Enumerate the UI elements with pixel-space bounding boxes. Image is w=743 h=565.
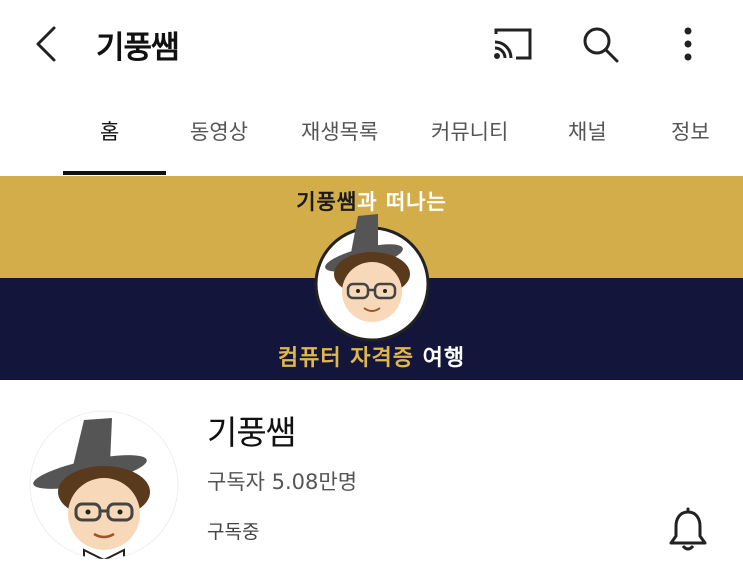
subscriber-count: 구독자 5.08만명 <box>207 470 358 494</box>
avatar[interactable] <box>28 410 180 560</box>
search-icon <box>583 27 619 63</box>
channel-name: 기풍쌤 <box>207 413 296 452</box>
more-vertical-icon <box>684 27 692 61</box>
tab-videos[interactable]: 동영상 <box>190 116 248 146</box>
active-tab-indicator <box>63 171 166 175</box>
back-arrow-icon <box>36 26 56 62</box>
tab-community[interactable]: 커뮤니티 <box>431 116 508 146</box>
top-app-bar: 기풍쌤 <box>0 0 743 90</box>
more-options-button[interactable] <box>666 22 710 66</box>
banner-subheadline: 컴퓨터 자격증 여행 <box>0 340 743 372</box>
notification-bell-button[interactable] <box>664 506 712 554</box>
subscribed-button[interactable]: 구독중 <box>207 517 259 544</box>
tab-about[interactable]: 정보 <box>671 116 710 146</box>
channel-info: 기풍쌤 구독자 5.08만명 구독중 <box>0 380 743 565</box>
cast-icon <box>494 28 532 60</box>
banner-character-illustration <box>312 208 432 342</box>
search-button[interactable] <box>578 22 622 66</box>
channel-banner: 기풍쌤과 떠나는 컴퓨터 자격증 여행 <box>0 176 743 380</box>
page-title: 기풍쌤 <box>96 30 180 66</box>
tab-home[interactable]: 홈 <box>100 116 119 146</box>
tab-channels[interactable]: 채널 <box>568 116 607 146</box>
notification-bell-icon <box>669 507 707 551</box>
cast-button[interactable] <box>490 22 534 66</box>
tab-playlists[interactable]: 재생목록 <box>301 116 378 146</box>
banner-subheadline-gold: 컴퓨터 자격증 <box>277 346 414 371</box>
banner-subheadline-white: 여행 <box>413 346 466 371</box>
back-button[interactable] <box>28 22 68 66</box>
